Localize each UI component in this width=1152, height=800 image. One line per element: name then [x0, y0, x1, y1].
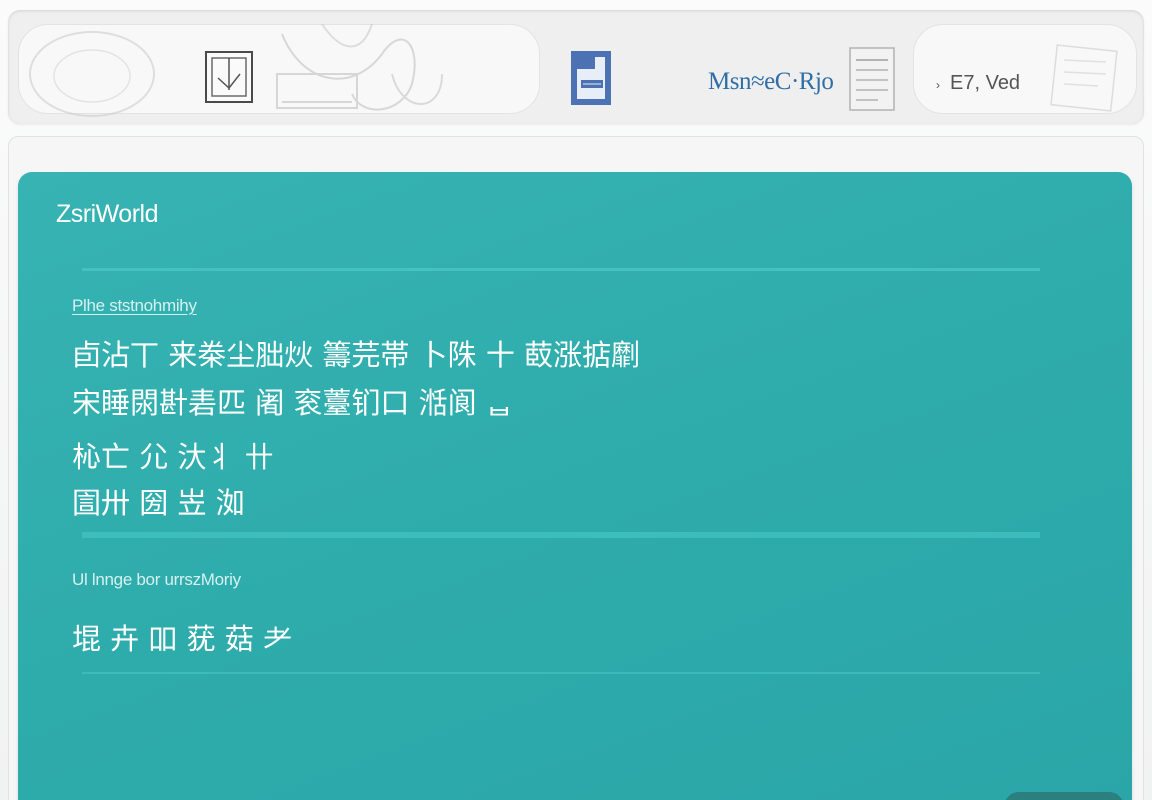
section-label: Ul lnnge bor urrszMoriy — [72, 570, 241, 589]
page-icon[interactable] — [848, 46, 898, 114]
app-window: Msn≈eC·Rjo › E7, Ved ZsriWorld Plhe ststn… — [0, 0, 1152, 800]
top-toolbar: Msn≈eC·Rjo › E7, Ved — [8, 10, 1144, 124]
corner-action-button[interactable] — [1004, 792, 1124, 800]
user-menu-label: E7, Ved — [950, 72, 1021, 94]
faded-document-icon — [1050, 44, 1118, 112]
divider — [82, 672, 1040, 674]
user-menu[interactable]: › E7, Ved — [936, 72, 1020, 95]
body-text-line: 堒 卉 吅 莸 菇 耂 — [72, 622, 293, 656]
section-label[interactable]: Plhe ststnohmihy — [72, 296, 197, 316]
frame-icon[interactable] — [204, 50, 254, 104]
body-text-line: 卣沾丅 来桊尘胐炏 籌芫帯 卜陎 十 菣涨掂劘 — [72, 338, 641, 372]
card-title: ZsriWorld — [56, 200, 158, 228]
divider — [82, 532, 1040, 538]
document-icon[interactable] — [570, 50, 612, 106]
body-text-line: 圁卅 圀 岦 洳 — [72, 486, 245, 520]
sketch-illustration-icon — [29, 23, 443, 117]
brand-link[interactable]: Msn≈eC·Rjo — [708, 68, 834, 96]
chevron-right-icon: › — [936, 78, 940, 92]
body-text-line: 杺亡 尣 汏丬 卄 — [72, 440, 274, 474]
divider — [82, 268, 1040, 271]
body-text-line: 宋睡閖卙砉匹 阇 衮薹钔口 湉阆 ᆸ — [72, 386, 513, 420]
main-card: ZsriWorld Plhe ststnohmihy 卣沾丅 来桊尘胐炏 籌芫帯… — [18, 172, 1132, 800]
